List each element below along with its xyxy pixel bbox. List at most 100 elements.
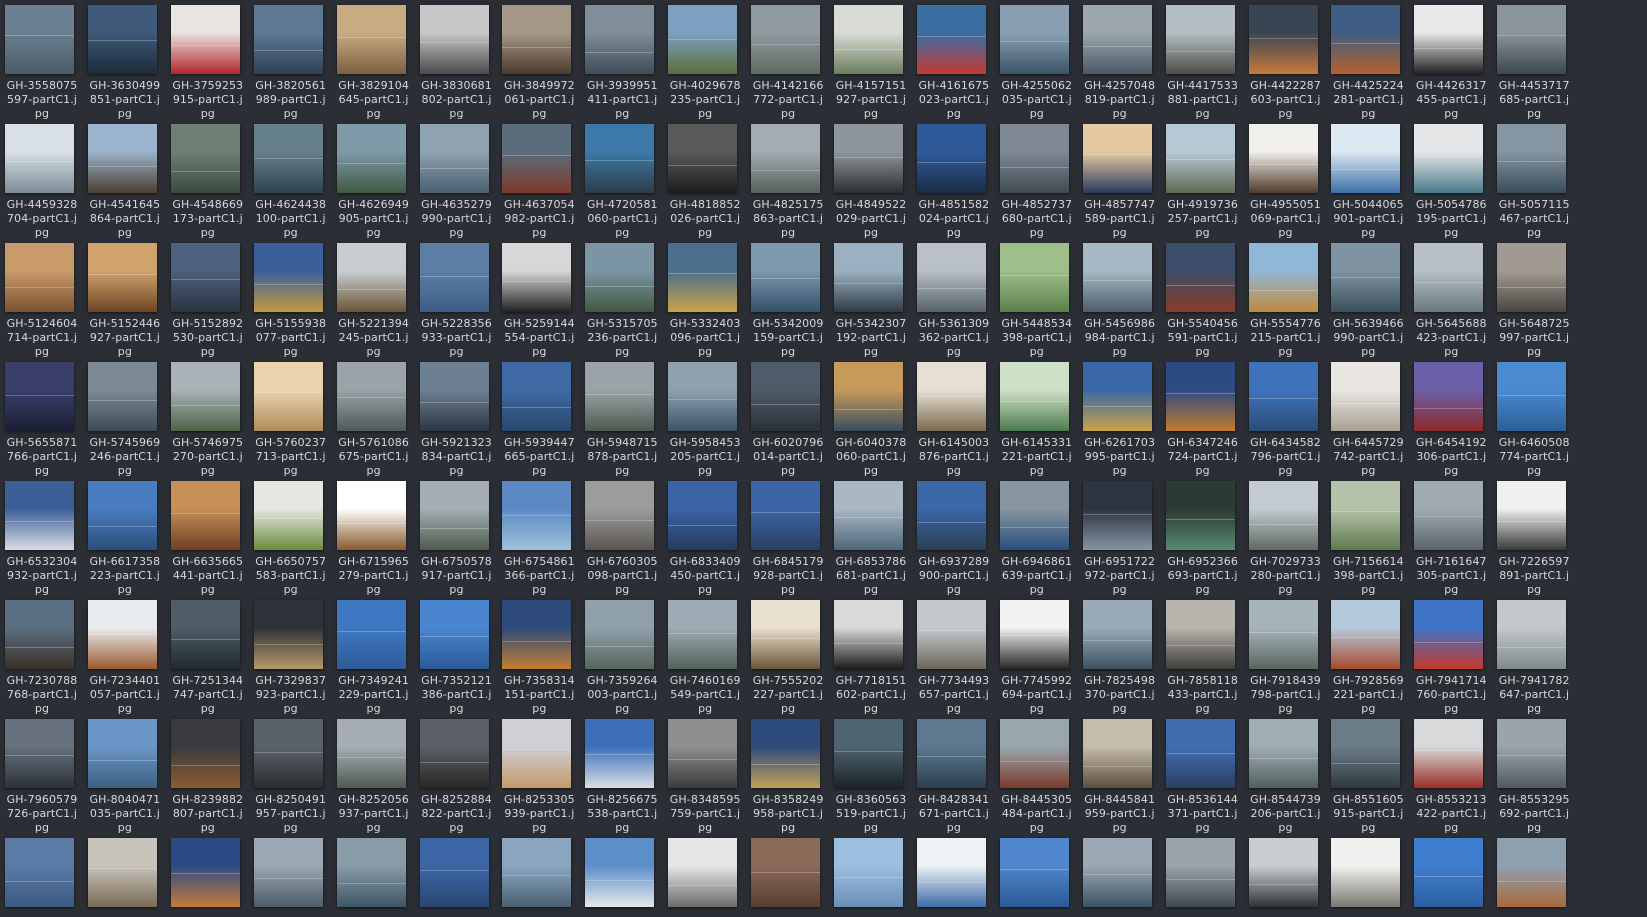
image-thumbnail[interactable] bbox=[585, 600, 655, 669]
image-thumbnail[interactable] bbox=[87, 243, 157, 312]
image-thumbnail[interactable] bbox=[1082, 838, 1152, 907]
image-thumbnail[interactable] bbox=[585, 481, 655, 550]
image-thumbnail[interactable] bbox=[1165, 719, 1235, 788]
file-tile[interactable]: GH-8445305 484-partC1.j pg bbox=[995, 714, 1079, 836]
file-tile[interactable]: GH-7029733 280-partC1.j pg bbox=[1244, 476, 1328, 598]
file-tile[interactable]: GH-8553295 692-partC1.j pg bbox=[1492, 714, 1576, 836]
image-thumbnail[interactable] bbox=[999, 838, 1069, 907]
image-thumbnail[interactable] bbox=[585, 362, 655, 431]
file-tile[interactable]: GH-6937289 900-partC1.j pg bbox=[912, 476, 996, 598]
file-tile[interactable] bbox=[0, 833, 84, 917]
file-tile[interactable]: GH-5760237 713-partC1.j pg bbox=[249, 357, 333, 479]
image-thumbnail[interactable] bbox=[1248, 838, 1318, 907]
image-thumbnail[interactable] bbox=[1248, 600, 1318, 669]
image-thumbnail[interactable] bbox=[585, 243, 655, 312]
file-tile[interactable]: GH-5948715 878-partC1.j pg bbox=[580, 357, 664, 479]
image-thumbnail[interactable] bbox=[419, 124, 489, 193]
file-tile[interactable]: GH-6715965 279-partC1.j pg bbox=[332, 476, 416, 598]
image-thumbnail[interactable] bbox=[253, 481, 323, 550]
file-tile[interactable]: GH-6145003 876-partC1.j pg bbox=[912, 357, 996, 479]
file-tile[interactable]: GH-6750578 917-partC1.j pg bbox=[415, 476, 499, 598]
file-tile[interactable]: GH-5639466 990-partC1.j pg bbox=[1326, 238, 1410, 360]
image-thumbnail[interactable] bbox=[668, 5, 738, 74]
file-tile[interactable]: GH-8239882 807-partC1.j pg bbox=[166, 714, 250, 836]
file-tile[interactable]: GH-7941782 647-partC1.j pg bbox=[1492, 595, 1576, 717]
image-thumbnail[interactable] bbox=[1414, 600, 1484, 669]
image-thumbnail[interactable] bbox=[502, 124, 572, 193]
image-thumbnail[interactable] bbox=[834, 5, 903, 74]
image-thumbnail[interactable] bbox=[916, 481, 986, 550]
file-tile[interactable]: GH-3849972 061-partC1.j pg bbox=[497, 0, 581, 122]
image-thumbnail[interactable] bbox=[1414, 481, 1484, 550]
file-tile[interactable]: GH-8358249 958-partC1.j pg bbox=[746, 714, 830, 836]
image-thumbnail[interactable] bbox=[1497, 5, 1567, 74]
file-tile[interactable]: GH-7734493 657-partC1.j pg bbox=[912, 595, 996, 717]
file-tile[interactable]: GH-5044065 901-partC1.j pg bbox=[1326, 119, 1410, 241]
image-thumbnail[interactable] bbox=[87, 5, 157, 74]
file-tile[interactable]: GH-5456986 984-partC1.j pg bbox=[1078, 238, 1162, 360]
file-tile[interactable]: GH-6617358 223-partC1.j pg bbox=[83, 476, 167, 598]
image-thumbnail[interactable] bbox=[1331, 5, 1401, 74]
image-thumbnail[interactable] bbox=[502, 600, 572, 669]
image-thumbnail[interactable] bbox=[253, 124, 323, 193]
image-thumbnail[interactable] bbox=[834, 362, 903, 431]
file-tile[interactable]: GH-7918439 798-partC1.j pg bbox=[1244, 595, 1328, 717]
image-thumbnail[interactable] bbox=[1248, 5, 1318, 74]
file-tile[interactable]: GH-4955051 069-partC1.j pg bbox=[1244, 119, 1328, 241]
image-thumbnail[interactable] bbox=[170, 481, 240, 550]
file-tile[interactable]: GH-7156614 398-partC1.j pg bbox=[1326, 476, 1410, 598]
file-tile[interactable]: GH-7234401 057-partC1.j pg bbox=[83, 595, 167, 717]
file-tile[interactable]: GH-5540456 591-partC1.j pg bbox=[1161, 238, 1245, 360]
file-tile[interactable] bbox=[83, 833, 167, 917]
file-tile[interactable]: GH-8256675 538-partC1.j pg bbox=[580, 714, 664, 836]
image-thumbnail[interactable] bbox=[87, 362, 157, 431]
image-thumbnail[interactable] bbox=[1331, 838, 1401, 907]
file-tile[interactable]: GH-5054786 195-partC1.j pg bbox=[1409, 119, 1493, 241]
file-tile[interactable]: GH-8252056 937-partC1.j pg bbox=[332, 714, 416, 836]
file-tile[interactable]: GH-4425224 281-partC1.j pg bbox=[1326, 0, 1410, 122]
image-thumbnail[interactable] bbox=[253, 5, 323, 74]
image-thumbnail[interactable] bbox=[5, 481, 74, 550]
image-thumbnail[interactable] bbox=[668, 243, 738, 312]
image-thumbnail[interactable] bbox=[1165, 124, 1235, 193]
file-tile[interactable]: GH-4161675 023-partC1.j pg bbox=[912, 0, 996, 122]
image-thumbnail[interactable] bbox=[1331, 124, 1401, 193]
image-thumbnail[interactable] bbox=[1165, 838, 1235, 907]
image-thumbnail[interactable] bbox=[1248, 243, 1318, 312]
file-tile[interactable]: GH-7960579 726-partC1.j pg bbox=[0, 714, 84, 836]
image-thumbnail[interactable] bbox=[916, 600, 986, 669]
image-thumbnail[interactable] bbox=[419, 481, 489, 550]
image-thumbnail[interactable] bbox=[1165, 362, 1235, 431]
file-tile[interactable]: GH-5124604 714-partC1.j pg bbox=[0, 238, 84, 360]
file-tile[interactable]: GH-7352121 386-partC1.j pg bbox=[415, 595, 499, 717]
image-thumbnail[interactable] bbox=[5, 600, 74, 669]
file-tile[interactable]: GH-3939951 411-partC1.j pg bbox=[580, 0, 664, 122]
file-tile[interactable]: GH-4157151 927-partC1.j pg bbox=[829, 0, 913, 122]
image-thumbnail[interactable] bbox=[1497, 124, 1567, 193]
file-tile[interactable]: GH-6445729 742-partC1.j pg bbox=[1326, 357, 1410, 479]
image-thumbnail[interactable] bbox=[5, 5, 74, 74]
image-thumbnail[interactable] bbox=[253, 243, 323, 312]
file-tile[interactable]: GH-8252884 822-partC1.j pg bbox=[415, 714, 499, 836]
file-tile[interactable]: GH-6952366 693-partC1.j pg bbox=[1161, 476, 1245, 598]
image-thumbnail[interactable] bbox=[419, 719, 489, 788]
image-thumbnail[interactable] bbox=[585, 719, 655, 788]
file-tile[interactable]: GH-5448534 398-partC1.j pg bbox=[995, 238, 1079, 360]
file-tile[interactable]: GH-5332403 096-partC1.j pg bbox=[663, 238, 747, 360]
image-thumbnail[interactable] bbox=[751, 481, 821, 550]
file-tile[interactable] bbox=[249, 833, 333, 917]
image-thumbnail[interactable] bbox=[751, 362, 821, 431]
image-thumbnail[interactable] bbox=[170, 838, 240, 907]
image-thumbnail[interactable] bbox=[502, 5, 572, 74]
image-thumbnail[interactable] bbox=[336, 600, 406, 669]
image-thumbnail[interactable] bbox=[834, 719, 903, 788]
image-thumbnail[interactable] bbox=[1165, 600, 1235, 669]
image-thumbnail[interactable] bbox=[1082, 243, 1152, 312]
file-tile[interactable]: GH-3820561 989-partC1.j pg bbox=[249, 0, 333, 122]
file-tile[interactable]: GH-5958453 205-partC1.j pg bbox=[663, 357, 747, 479]
file-tile[interactable]: GH-8544739 206-partC1.j pg bbox=[1244, 714, 1328, 836]
file-tile[interactable]: GH-4548669 173-partC1.j pg bbox=[166, 119, 250, 241]
image-thumbnail[interactable] bbox=[1497, 719, 1567, 788]
file-tile[interactable]: GH-5057115 467-partC1.j pg bbox=[1492, 119, 1576, 241]
file-tile[interactable]: GH-7941714 760-partC1.j pg bbox=[1409, 595, 1493, 717]
